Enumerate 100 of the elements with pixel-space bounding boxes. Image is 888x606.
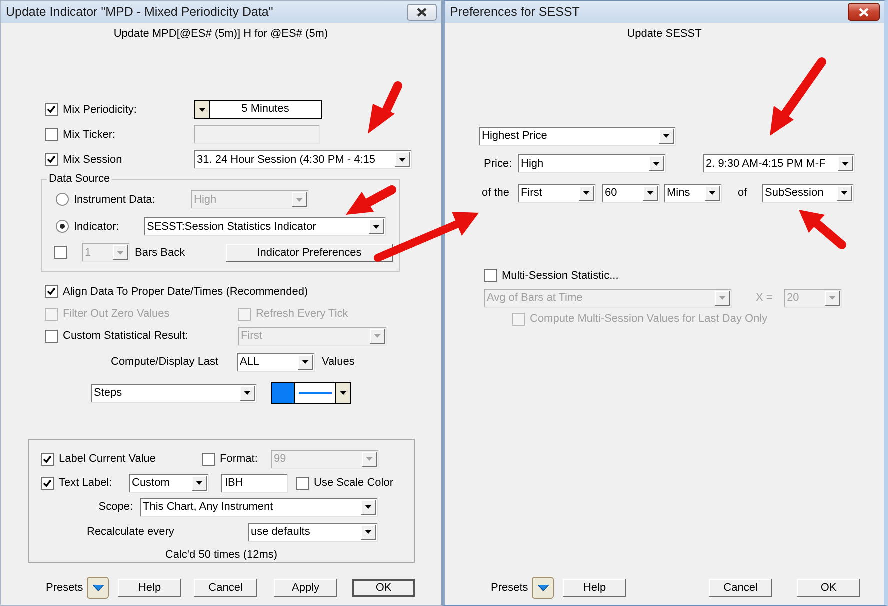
caret-icon xyxy=(365,505,372,509)
caret-icon xyxy=(841,191,848,195)
scope-label: Scope: xyxy=(98,500,133,514)
checkbox[interactable] xyxy=(45,330,58,342)
annotation-arrow xyxy=(799,210,846,250)
caret-icon xyxy=(374,334,381,338)
presets-label: Presets xyxy=(46,581,84,595)
dropdown[interactable]: SubSession xyxy=(762,184,854,202)
caret-icon xyxy=(340,391,346,395)
checkbox-label: Mix Ticker: xyxy=(63,128,117,142)
dialog-button[interactable]: OK xyxy=(797,579,860,597)
dropdown[interactable]: SESST:Session Statistics Indicator xyxy=(144,217,386,236)
dialog-subtitle: Update SESST xyxy=(627,27,702,42)
dropdown[interactable]: Mins xyxy=(664,184,722,202)
checkbox-label: Filter Out Zero Values xyxy=(63,307,171,321)
caret-icon xyxy=(302,360,309,364)
checkbox[interactable] xyxy=(41,452,54,466)
caret-icon xyxy=(583,191,590,195)
checkbox-label: Custom Statistical Result: xyxy=(63,329,190,343)
radio-label: Instrument Data: xyxy=(74,192,156,206)
caret-icon xyxy=(842,162,849,166)
dropdown[interactable]: This Chart, Any Instrument xyxy=(140,498,378,516)
checkbox[interactable] xyxy=(41,476,54,490)
checkbox[interactable] xyxy=(45,128,58,141)
dropdown[interactable]: Steps xyxy=(91,384,257,402)
checkbox-label: Compute Multi-Session Values for Last Day Only xyxy=(530,312,768,326)
dialog-subtitle: Update MPD[@ES# (5m)] H for @ES# (5m) xyxy=(114,27,328,42)
radio-label: Indicator: xyxy=(74,220,120,234)
checkbox[interactable] xyxy=(484,269,497,282)
checkbox-label: Format: xyxy=(220,452,259,466)
indicator-preferences-button[interactable]: Indicator Preferences xyxy=(226,244,393,262)
checkbox[interactable] xyxy=(54,246,67,259)
dropdown[interactable]: ALL xyxy=(237,352,315,372)
radio-button[interactable] xyxy=(56,193,69,206)
window-title: Update Indicator "MPD - Mixed Periodicity Data" xyxy=(6,5,274,19)
caret-icon xyxy=(196,481,203,485)
dialog-button[interactable]: Cancel xyxy=(709,579,772,597)
dropdown[interactable]: 2. 9:30 AM-4:15 PM M-F xyxy=(703,154,855,173)
annotation-arrow xyxy=(368,82,402,134)
close-icon xyxy=(417,8,427,16)
checkbox-label: Label Current Value xyxy=(59,452,158,466)
checkbox[interactable] xyxy=(45,103,58,116)
dropdown[interactable]: First xyxy=(518,184,596,202)
presets-button[interactable] xyxy=(532,577,554,599)
caret-icon xyxy=(92,585,104,591)
close-button[interactable] xyxy=(848,3,880,21)
presets-button[interactable] xyxy=(87,577,110,599)
compute-label: Compute/Display Last xyxy=(111,355,220,369)
ticker-field[interactable] xyxy=(194,125,320,144)
dialog-button[interactable]: Help xyxy=(563,579,626,597)
values-label: Values xyxy=(322,355,355,369)
caret-icon xyxy=(198,108,206,112)
caret-icon xyxy=(653,162,660,166)
caret-icon xyxy=(373,224,380,228)
dropdown[interactable]: Highest Price xyxy=(479,126,676,146)
text-label-field[interactable]: IBH xyxy=(221,474,288,492)
group-label: Data Source xyxy=(48,172,112,186)
caret-icon xyxy=(663,134,670,138)
caret-icon xyxy=(829,296,836,300)
dialog-button[interactable]: Cancel xyxy=(194,579,258,597)
window-title: Preferences for SESST xyxy=(450,5,580,19)
presets-label: Presets xyxy=(491,581,528,595)
caret-icon xyxy=(244,391,251,395)
caret-icon xyxy=(117,250,124,254)
checkbox-label: Refresh Every Tick xyxy=(256,307,348,321)
close-icon xyxy=(859,8,869,16)
of-label: of xyxy=(738,186,748,200)
caret-icon xyxy=(366,457,373,461)
recalculate-label: Recalculate every xyxy=(87,525,176,539)
checkbox[interactable] xyxy=(296,476,309,490)
checkbox-label: Mix Session xyxy=(63,152,124,166)
price-label: Price: xyxy=(484,156,514,170)
dialog-button[interactable]: OK xyxy=(352,579,416,597)
radio-button[interactable] xyxy=(56,220,69,233)
caret-icon xyxy=(647,191,654,195)
dropdown[interactable]: 31. 24 Hour Session (4:30 PM - 4:15 xyxy=(194,150,412,169)
calculation-status: Calc'd 50 times (12ms) xyxy=(165,548,278,562)
periodicity-field[interactable]: 5 Minutes xyxy=(194,100,322,119)
checkbox-label: Use Scale Color xyxy=(314,476,394,490)
dropdown[interactable]: use defaults xyxy=(248,522,378,542)
bars-back-label: Bars Back xyxy=(135,246,186,260)
of-the-label: of the xyxy=(482,186,511,200)
x-label: X = xyxy=(756,291,774,305)
caret-icon xyxy=(399,158,406,162)
dialog-button[interactable]: Apply xyxy=(274,579,338,597)
caret-icon xyxy=(296,198,303,202)
dropdown[interactable]: High xyxy=(518,154,666,173)
checkbox[interactable] xyxy=(202,452,215,466)
caret-icon xyxy=(538,585,549,591)
checkbox-label: Multi-Session Statistic... xyxy=(502,268,619,282)
checkbox[interactable] xyxy=(45,153,58,166)
caret-icon xyxy=(365,530,372,534)
close-button[interactable] xyxy=(407,4,437,20)
dropdown[interactable]: Custom xyxy=(129,474,209,492)
dialog-button[interactable]: Help xyxy=(118,579,182,597)
caret-icon xyxy=(719,296,726,300)
checkbox[interactable] xyxy=(45,285,58,298)
line-color-picker[interactable] xyxy=(271,382,351,404)
dropdown[interactable]: 60 xyxy=(602,184,660,202)
checkbox-label: Mix Periodicity: xyxy=(63,102,138,116)
